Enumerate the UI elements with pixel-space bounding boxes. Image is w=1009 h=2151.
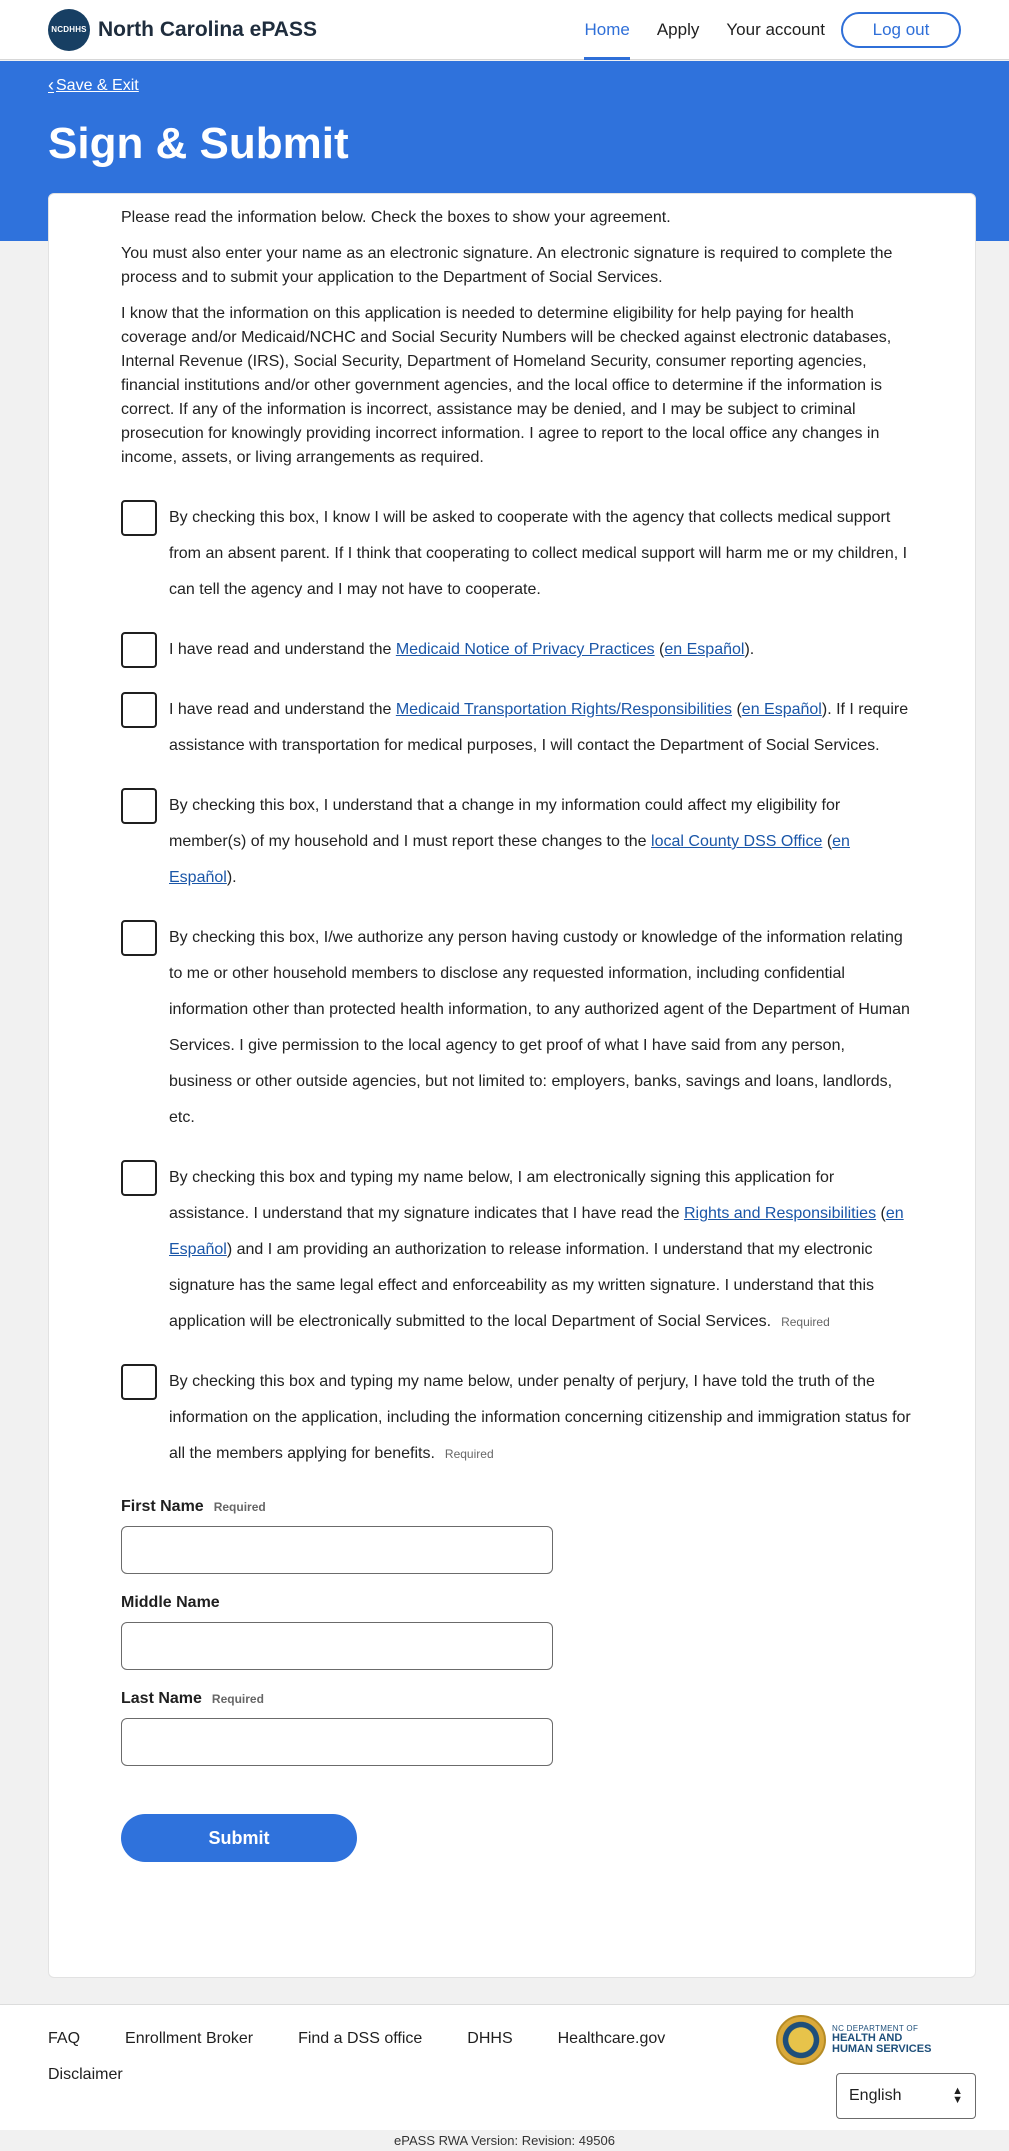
agreement-checkbox-transportation[interactable] (121, 692, 157, 728)
intro-instructions: Please read the information below. Check… (121, 209, 671, 226)
state-seal-icon (776, 2015, 826, 2065)
agreement-text-part: By checking this box and typing my name … (169, 1373, 911, 1462)
dhhs-logo-line: HUMAN SERVICES (832, 2043, 932, 2055)
save-and-exit-link[interactable]: ‹ Save & Exit (48, 75, 139, 96)
required-tag: Required (211, 1692, 264, 1706)
intro-eligibility-statement: I know that the information on this appl… (121, 305, 892, 466)
agreement-text: I have read and understand the Medicaid … (169, 692, 911, 764)
last-name-label-text: Last Name (121, 1690, 202, 1707)
top-navigation-bar: NCDHHS North Carolina ePASS Home Apply Y… (0, 0, 1009, 60)
first-name-input[interactable] (121, 1526, 553, 1574)
agreement-text: By checking this box and typing my name … (169, 1364, 911, 1472)
sign-submit-card: Please read the information below. Check… (48, 193, 976, 1978)
language-selected-value: English (849, 2087, 902, 2104)
agreement-text-part: ( (654, 641, 665, 658)
footer-link-dhhs[interactable]: DHHS (467, 2021, 512, 2057)
first-name-label-text: First Name (121, 1498, 204, 1515)
agreement-medical-support: By checking this box, I know I will be a… (121, 500, 911, 608)
last-name-field: Last Name Required (121, 1688, 911, 1766)
rights-responsibilities-link[interactable]: Rights and Responsibilities (684, 1205, 876, 1222)
middle-name-label: Middle Name (121, 1594, 220, 1611)
agreement-text-part: ) and I am providing an authorization to… (169, 1241, 874, 1330)
dhhs-logo-text: NC DEPARTMENT OF HEALTH AND HUMAN SERVIC… (832, 2025, 931, 2055)
footer-link-enrollment-broker[interactable]: Enrollment Broker (125, 2021, 253, 2057)
required-tag: Required (781, 1315, 830, 1329)
agreement-text: By checking this box and typing my name … (169, 1160, 911, 1340)
agreement-penalty-perjury: By checking this box and typing my name … (121, 1364, 911, 1472)
agreement-checkbox-medical-support[interactable] (121, 500, 157, 536)
nav-home[interactable]: Home (584, 0, 631, 60)
site-title[interactable]: North Carolina ePASS (98, 18, 317, 42)
agreement-transportation: I have read and understand the Medicaid … (121, 692, 911, 764)
agreement-text-part: I have read and understand the (169, 641, 396, 658)
log-out-button[interactable]: Log out (841, 11, 961, 48)
submit-button[interactable]: Submit (121, 1814, 357, 1862)
nav-apply[interactable]: Apply (657, 0, 700, 60)
footer-link-disclaimer[interactable]: Disclaimer (48, 2057, 123, 2093)
agreement-text-part: ( (822, 833, 833, 850)
agreement-checkbox-electronic-signature[interactable] (121, 1160, 157, 1196)
footer-link-find-dss-office[interactable]: Find a DSS office (298, 2021, 422, 2057)
first-name-label: First Name Required (121, 1496, 911, 1518)
agreement-text-part: ( (732, 701, 742, 718)
agreement-checkbox-privacy[interactable] (121, 632, 157, 668)
agreement-electronic-signature: By checking this box and typing my name … (121, 1160, 911, 1340)
logo-text: NCDHHS (51, 25, 87, 34)
first-name-field: First Name Required (121, 1496, 911, 1574)
version-text: ePASS RWA Version: Revision: 49506 (394, 2133, 615, 2148)
agreement-text: By checking this box, I/we authorize any… (169, 929, 910, 1126)
select-arrows-icon: ▲ ▼ (952, 2085, 963, 2106)
agreement-privacy-practices: I have read and understand the Medicaid … (121, 632, 911, 668)
required-tag: Required (213, 1500, 266, 1514)
agreement-text-part: ( (876, 1205, 886, 1222)
last-name-label: Last Name Required (121, 1688, 911, 1710)
agreement-text-part: I have read and understand the (169, 701, 396, 718)
agreement-report-changes: By checking this box, I understand that … (121, 788, 911, 896)
agreement-text-part: ). (226, 869, 237, 886)
chevron-left-icon: ‹ (48, 75, 54, 95)
county-dss-office-link[interactable]: local County DSS Office (651, 833, 822, 850)
agreement-text: I have read and understand the Medicaid … (169, 632, 754, 668)
page-title: Sign & Submit (48, 119, 349, 168)
last-name-input[interactable] (121, 1718, 553, 1766)
agreement-list: By checking this box, I know I will be a… (121, 500, 911, 1472)
middle-name-field: Middle Name (121, 1592, 911, 1670)
main-nav: Home Apply Your account Log out (557, 0, 961, 60)
intro-section: Please read the information below. Check… (121, 206, 911, 470)
transportation-rights-spanish-link[interactable]: en Español (742, 701, 822, 718)
footer-links: FAQ Enrollment Broker Find a DSS office … (48, 2021, 728, 2093)
agreement-text: By checking this box, I know I will be a… (169, 509, 908, 598)
transportation-rights-link[interactable]: Medicaid Transportation Rights/Responsib… (396, 701, 732, 718)
middle-name-input[interactable] (121, 1622, 553, 1670)
required-tag: Required (444, 1447, 494, 1461)
agreement-text: By checking this box, I understand that … (169, 788, 911, 896)
privacy-practices-link[interactable]: Medicaid Notice of Privacy Practices (396, 641, 655, 658)
save-and-exit-label: Save & Exit (56, 76, 139, 94)
site-footer: FAQ Enrollment Broker Find a DSS office … (0, 2004, 1009, 2130)
intro-signature-notice: You must also enter your name as an elec… (121, 245, 893, 286)
agreement-checkbox-penalty-perjury[interactable] (121, 1364, 157, 1400)
ncdhhs-logo[interactable]: NCDHHS (48, 8, 90, 51)
nav-your-account[interactable]: Your account (726, 0, 825, 60)
privacy-practices-spanish-link[interactable]: en Español (664, 641, 744, 658)
agreement-checkbox-report-changes[interactable] (121, 788, 157, 824)
footer-link-faq[interactable]: FAQ (48, 2021, 80, 2057)
footer-link-healthcare-gov[interactable]: Healthcare.gov (558, 2021, 666, 2057)
language-select[interactable]: English ▲ ▼ (836, 2073, 976, 2119)
agreement-text-part: ). (744, 641, 755, 658)
agreement-authorize-disclosure: By checking this box, I/we authorize any… (121, 920, 911, 1136)
agreement-checkbox-authorize-disclosure[interactable] (121, 920, 157, 956)
nc-dhhs-logo[interactable]: NC DEPARTMENT OF HEALTH AND HUMAN SERVIC… (776, 2015, 931, 2065)
